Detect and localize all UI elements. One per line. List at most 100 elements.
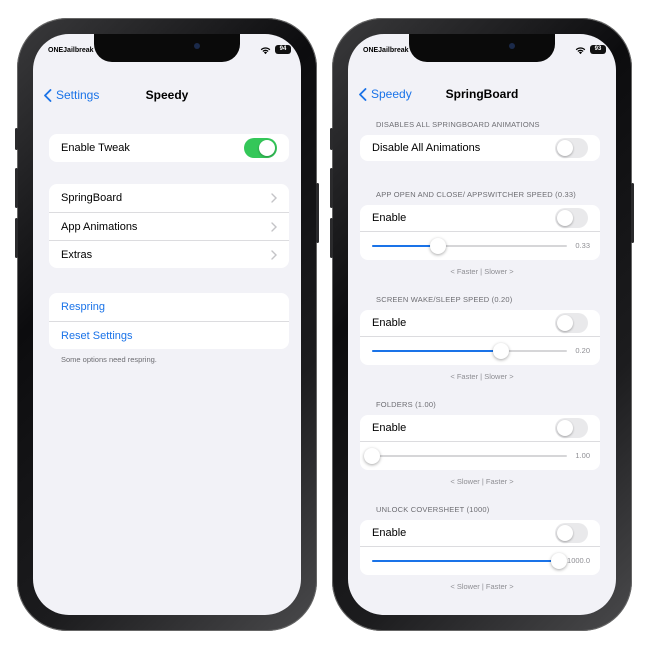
chevron-right-icon [271, 222, 277, 232]
speed-section-folders: Enable 1.00 [360, 415, 600, 470]
section-header: FOLDERS (1.00) [376, 400, 436, 409]
menu-item-label: App Animations [61, 220, 138, 233]
slider-fill [372, 560, 560, 562]
wifi-icon [260, 47, 271, 55]
section-header: SCREEN WAKE/SLEEP SPEED (0.20) [376, 295, 513, 304]
toggle-knob [557, 315, 573, 331]
right-screen: ONEJailbreak 93 Speedy SpringBoard DISAB… [348, 34, 616, 615]
toggle-knob [259, 140, 275, 156]
volume-down-button [330, 218, 333, 258]
enable-toggle[interactable] [555, 208, 588, 228]
nav-bar: Speedy SpringBoard [348, 83, 616, 107]
mute-switch [330, 128, 333, 150]
enable-label: Enable [372, 212, 407, 224]
reset-settings-label: Reset Settings [61, 329, 133, 342]
toggle-knob [557, 525, 573, 541]
speed-section-coversheet: Enable 1000.0 [360, 520, 600, 575]
slider-thumb[interactable] [551, 553, 568, 569]
slider-thumb[interactable] [492, 343, 509, 359]
reset-settings-button[interactable]: Reset Settings [49, 321, 289, 349]
slider-thumb[interactable] [364, 448, 380, 464]
toggle-knob [557, 140, 573, 156]
power-button [316, 183, 319, 243]
power-button [631, 183, 634, 243]
slider-fill [372, 245, 439, 247]
enable-label: Enable [372, 317, 407, 329]
enable-label: Enable [372, 527, 407, 539]
chevron-right-icon [271, 250, 277, 260]
slider-thumb[interactable] [430, 238, 447, 254]
battery-indicator: 94 [275, 45, 291, 54]
slider-row: 1.00 [360, 441, 600, 470]
enable-tweak-label: Enable Tweak [61, 142, 130, 154]
left-screen: ONEJailbreak 94 Settings Speedy Enable T… [33, 34, 301, 615]
volume-up-button [15, 168, 18, 208]
camera-dot [509, 43, 515, 49]
slider-row: 0.33 [360, 231, 600, 260]
enable-toggle[interactable] [555, 523, 588, 543]
enable-label: Enable [372, 422, 407, 434]
slider-caption: < Slower | Faster > [450, 477, 514, 486]
battery-indicator: 93 [590, 45, 606, 54]
volume-down-button [15, 218, 18, 258]
enable-toggle[interactable] [555, 418, 588, 438]
disable-all-label: Disable All Animations [372, 142, 481, 154]
camera-dot [194, 43, 200, 49]
left-phone-frame: ONEJailbreak 94 Settings Speedy Enable T… [15, 18, 319, 631]
menu-item-app-animations[interactable]: App Animations [49, 212, 289, 240]
slider-value: 0.20 [575, 346, 590, 355]
slider-value: 1.00 [575, 451, 590, 460]
footnote: Some options need respring. [61, 355, 157, 364]
slider-caption: < Slower | Faster > [450, 582, 514, 591]
notch [94, 34, 240, 62]
respring-label: Respring [61, 301, 106, 313]
notch [409, 34, 555, 62]
disable-all-group: Disable All Animations [360, 135, 600, 161]
slider-row: 1000.0 [360, 546, 600, 575]
slider-value: 1000.0 [567, 556, 590, 565]
section-header: UNLOCK COVERSHEET (1000) [376, 505, 490, 514]
wifi-icon [575, 47, 586, 55]
slider-value: 0.33 [575, 241, 590, 250]
enable-tweak-group: Enable Tweak [49, 134, 289, 162]
mute-switch [15, 128, 18, 150]
slider-track[interactable] [372, 553, 568, 569]
section-header: APP OPEN AND CLOSE/ APPSWITCHER SPEED (0… [376, 190, 576, 199]
carrier-label: ONEJailbreak [48, 47, 94, 54]
right-phone-frame: ONEJailbreak 93 Speedy SpringBoard DISAB… [330, 18, 634, 631]
menu-item-springboard[interactable]: SpringBoard [49, 184, 289, 212]
menu-item-label: Extras [61, 248, 93, 261]
disable-all-toggle[interactable] [555, 138, 588, 158]
menu-item-label: SpringBoard [61, 192, 123, 204]
menu-group: SpringBoard App Animations Extras [49, 184, 289, 268]
slider-fill [372, 350, 501, 352]
slider-row: 0.20 [360, 336, 600, 365]
slider-track[interactable] [364, 448, 567, 464]
enable-toggle[interactable] [555, 313, 588, 333]
slider-track[interactable] [372, 343, 567, 359]
disable-section-header: DISABLES ALL SPRINGBOARD ANIMATIONS [376, 120, 540, 129]
chevron-right-icon [271, 193, 277, 203]
enable-row: Enable [360, 310, 600, 336]
page-title: Speedy [145, 88, 189, 102]
toggle-knob [557, 210, 573, 226]
actions-group: Respring Reset Settings [49, 293, 289, 349]
carrier-label: ONEJailbreak [363, 47, 409, 54]
page-title: SpringBoard [445, 87, 519, 101]
enable-row: Enable [360, 520, 600, 546]
respring-button[interactable]: Respring [49, 293, 289, 321]
menu-item-extras[interactable]: Extras [49, 240, 289, 268]
enable-row: Enable [360, 415, 600, 441]
slider-caption: < Faster | Slower > [450, 267, 514, 276]
slider-caption: < Faster | Slower > [450, 372, 514, 381]
enable-tweak-toggle[interactable] [244, 138, 277, 158]
enable-row: Enable [360, 205, 600, 231]
disable-all-row: Disable All Animations [360, 135, 600, 161]
speed-section-wake: Enable 0.20 [360, 310, 600, 365]
volume-up-button [330, 168, 333, 208]
speed-section-app: Enable 0.33 [360, 205, 600, 260]
nav-bar: Settings Speedy [33, 84, 301, 108]
slider-track[interactable] [372, 238, 567, 254]
toggle-knob [557, 420, 573, 436]
enable-tweak-row: Enable Tweak [49, 134, 289, 162]
